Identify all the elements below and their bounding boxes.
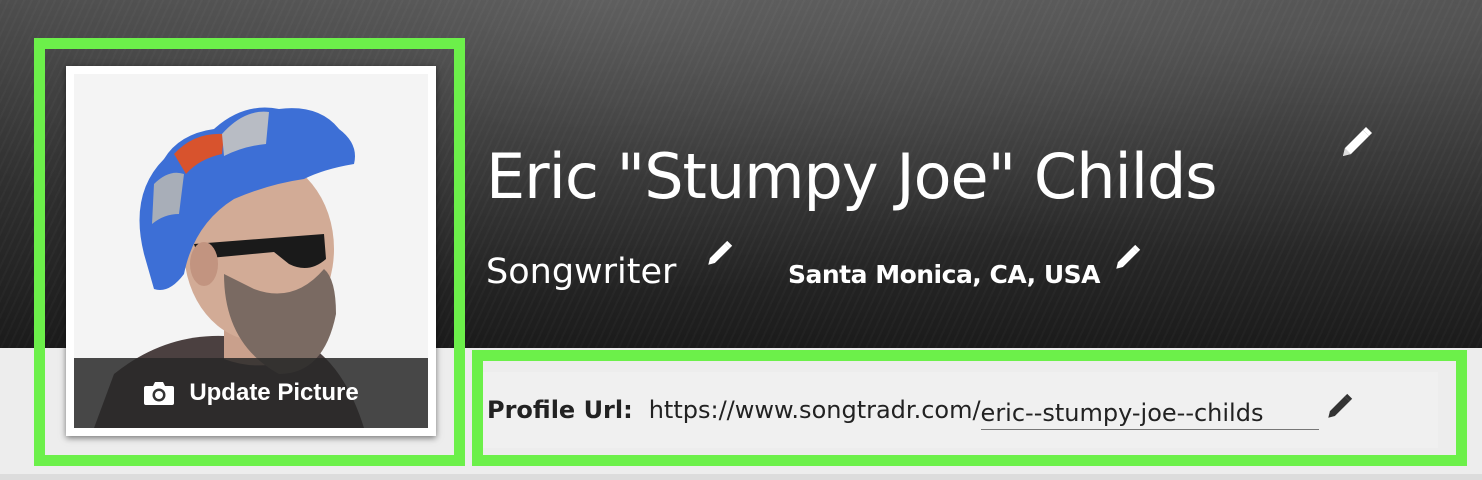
edit-name-pencil-icon[interactable] — [1339, 126, 1373, 160]
camera-icon — [144, 382, 175, 405]
edit-location-pencil-icon[interactable] — [1113, 244, 1141, 272]
profile-url-label: Profile Url: — [487, 396, 633, 424]
divider — [0, 474, 1482, 480]
profile-url-base: https://www.songtradr.com/ — [648, 396, 981, 424]
edit-url-pencil-icon[interactable] — [1325, 393, 1353, 421]
update-picture-label: Update Picture — [189, 379, 359, 406]
edit-role-pencil-icon[interactable] — [705, 240, 733, 268]
profile-url-row: Profile Url: https://www.songtradr.com/ — [483, 372, 1438, 448]
profile-url-slug-input[interactable] — [980, 396, 1319, 430]
update-picture-button[interactable]: Update Picture — [74, 358, 428, 428]
profile-location: Santa Monica, CA, USA — [788, 260, 1101, 289]
profile-name: Eric "Stumpy Joe" Childs — [486, 140, 1218, 213]
profile-avatar[interactable]: Update Picture — [66, 66, 436, 436]
profile-role: Songwriter — [486, 252, 677, 292]
